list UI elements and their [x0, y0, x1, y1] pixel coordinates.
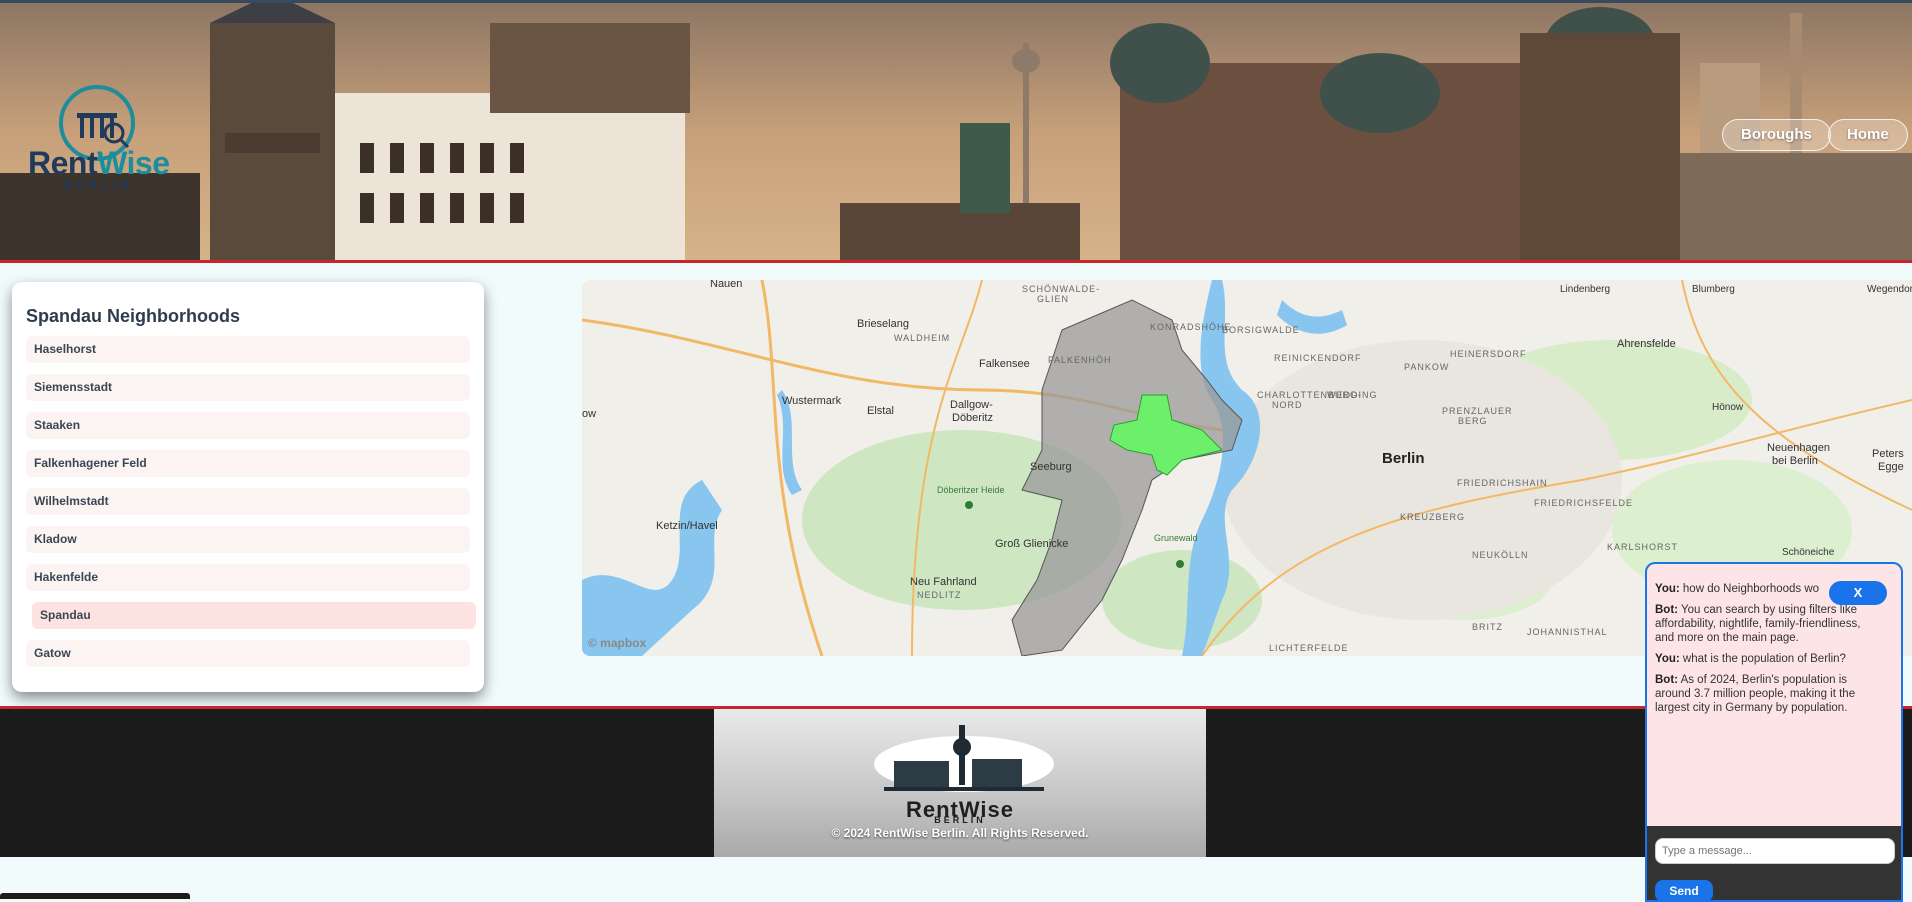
map-label-konradshoehe: KONRADSHÖHE: [1150, 322, 1232, 332]
neighborhood-item-wilhelmstadt[interactable]: Wilhelmstadt: [26, 488, 470, 515]
map-label-doberitzer-heide: Döberitzer Heide: [937, 485, 1005, 495]
chat-speaker: Bot:: [1655, 604, 1678, 616]
nav-boroughs-button[interactable]: Boroughs: [1722, 119, 1831, 151]
neighborhood-item-kladow[interactable]: Kladow: [26, 526, 470, 553]
chat-text: what is the population of Berlin?: [1682, 653, 1846, 665]
map-label-glien: GLIEN: [1037, 294, 1070, 304]
map-label-wegendorf: Wegendor: [1867, 284, 1912, 295]
chat-message: Bot: As of 2024, Berlin's population is …: [1655, 673, 1881, 715]
map-label-britz: BRITZ: [1472, 622, 1503, 632]
brand-logo-text: RentWise: [28, 145, 170, 182]
map-label-nord: NORD: [1272, 400, 1303, 410]
map-label-eggersdorf: Egge: [1878, 461, 1904, 473]
map-label-elstal: Elstal: [867, 405, 894, 417]
map-label-wedding: WEDDING: [1327, 390, 1378, 400]
map-label-neu-fahrland: Neu Fahrland: [910, 576, 977, 588]
map-label-falkenhoeh: FALKENHÖH: [1048, 355, 1112, 365]
map-label-schoenwalde: SCHÖNWALDE-: [1022, 284, 1101, 294]
header-background-illustration: [0, 3, 1912, 260]
map-label-kreuzberg: KREUZBERG: [1400, 512, 1466, 522]
map-label-neukoelln: NEUKÖLLN: [1472, 550, 1529, 560]
map-label-ketzin: Ketzin/Havel: [656, 520, 718, 532]
chat-message: Bot: You can search by using filters lik…: [1655, 603, 1881, 645]
copyright-text: © 2024 RentWise Berlin. All Rights Reser…: [831, 826, 1089, 840]
panel-title: Spandau Neighborhoods: [26, 306, 240, 326]
map-label-nauen: Nauen: [710, 280, 743, 290]
chat-widget: You: how do Neighborhoods wo Bot: You ca…: [1645, 562, 1903, 902]
footer-brand-subtitle: BERLIN: [934, 815, 986, 825]
footer-banner: RentWise BERLIN © 2024 RentWise Berlin. …: [714, 709, 1206, 857]
neighborhood-item-gatow[interactable]: Gatow: [26, 640, 470, 667]
map-label-nedlitz: NEDLITZ: [917, 590, 962, 600]
mapbox-attribution[interactable]: © mapbox: [588, 636, 646, 650]
map-label-petershagen: Peters: [1872, 448, 1904, 460]
map-label-falkensee: Falkensee: [979, 358, 1030, 370]
chat-message-input[interactable]: [1655, 838, 1895, 864]
map-label-berg: BERG: [1458, 416, 1488, 426]
site-header: RentWise BERLIN Boroughs Home: [0, 0, 1912, 263]
nav-home-button[interactable]: Home: [1828, 119, 1908, 151]
map-label-waldheim: WALDHEIM: [894, 333, 951, 343]
map-label-seeburg: Seeburg: [1030, 461, 1072, 473]
map-label-friedrichshain: FRIEDRICHSHAIN: [1457, 478, 1548, 488]
site-footer: RentWise BERLIN © 2024 RentWise Berlin. …: [0, 706, 1912, 857]
chat-message: You: what is the population of Berlin?: [1655, 652, 1881, 666]
neighborhood-item-siemensstadt[interactable]: Siemensstadt: [26, 374, 470, 401]
neighborhood-item-haselhorst[interactable]: Haselhorst: [26, 336, 470, 363]
map-label-ow: ow: [582, 408, 597, 420]
footer-logo-icon: [874, 725, 1054, 792]
map-label-borsigwalde: BORSIGWALDE: [1222, 325, 1300, 335]
map-label-prenzlauer: PRENZLAUER: [1442, 406, 1513, 416]
map-label-schoeneiche: Schöneiche: [1782, 547, 1835, 558]
map-label-grunewald: Grunewald: [1154, 533, 1198, 543]
chat-close-button[interactable]: X: [1829, 581, 1887, 605]
map-label-blumberg: Blumberg: [1692, 284, 1735, 295]
chat-speaker: Bot:: [1655, 674, 1678, 686]
map-label-bei-berlin: bei Berlin: [1772, 455, 1818, 467]
map-label-brieselang: Brieselang: [857, 318, 909, 330]
neighborhood-item-staaken[interactable]: Staaken: [26, 412, 470, 439]
neighborhood-item-falkenhagener-feld[interactable]: Falkenhagener Feld: [26, 450, 470, 477]
brand-main-text: Rent: [28, 145, 98, 181]
neighborhoods-panel: Spandau Neighborhoods Haselhorst Siemens…: [12, 282, 484, 692]
map-label-heinersdorf: HEINERSDORF: [1450, 349, 1527, 359]
chat-speaker: You:: [1655, 653, 1680, 665]
chat-text: You can search by using filters like aff…: [1655, 604, 1861, 644]
map-label-hoenow: Hönow: [1712, 402, 1744, 413]
map-label-lichterfelde: LICHTERFELDE: [1269, 643, 1349, 653]
map-label-reinickendorf: REINICKENDORF: [1274, 353, 1362, 363]
map-label-ahrensfelde: Ahrensfelde: [1617, 338, 1676, 350]
map-label-lindenberg: Lindenberg: [1560, 284, 1611, 295]
neighborhood-item-hakenfelde[interactable]: Hakenfelde: [26, 564, 470, 591]
chat-speaker: You:: [1655, 583, 1680, 595]
map-label-gross-glienicke: Groß Glienicke: [995, 538, 1069, 550]
neighborhood-item-spandau[interactable]: Spandau: [32, 602, 476, 629]
bottom-tab: [0, 893, 190, 899]
map-label-karlshorst: KARLSHORST: [1607, 542, 1679, 552]
map-label-pankow: PANKOW: [1404, 362, 1450, 372]
chat-text: how do Neighborhoods wo: [1682, 583, 1820, 595]
map-label-dallgow: Dallgow-: [950, 399, 993, 411]
map-label-johannisthal: JOHANNISTHAL: [1527, 627, 1608, 637]
map-label-neuenhagen: Neuenhagen: [1767, 442, 1831, 454]
map-label-doberitz: Döberitz: [952, 412, 993, 424]
map-label-berlin: Berlin: [1382, 450, 1425, 467]
map-label-wustermark: Wustermark: [782, 395, 842, 407]
chat-text: As of 2024, Berlin's population is aroun…: [1655, 674, 1856, 714]
brand-subtitle: BERLIN: [64, 178, 133, 192]
map-label-friedrichsfelde: FRIEDRICHSFELDE: [1534, 498, 1634, 508]
brand-accent-text: Wise: [97, 145, 170, 181]
